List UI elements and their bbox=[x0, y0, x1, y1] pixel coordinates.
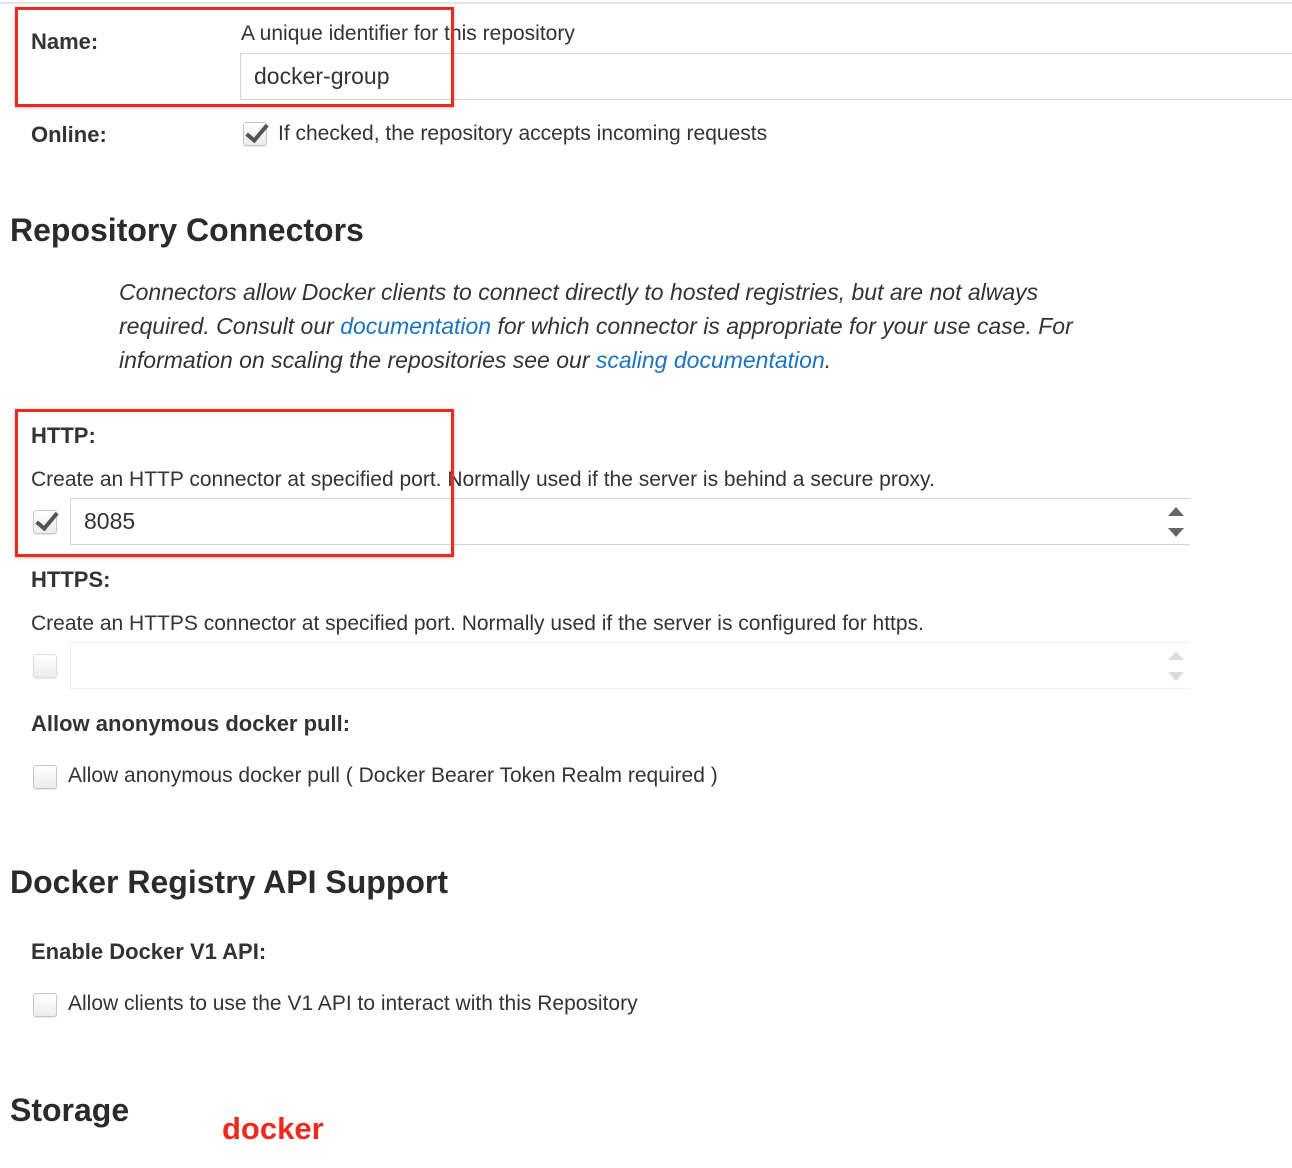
https-label: HTTPS: bbox=[31, 567, 111, 592]
annotation-text: docker bbox=[222, 1111, 324, 1146]
top-divider bbox=[0, 2, 1292, 4]
storage-heading: Storage bbox=[10, 1092, 130, 1128]
https-checkbox[interactable] bbox=[33, 654, 57, 678]
anonymous-pull-checkbox-label: Allow anonymous docker pull ( Docker Bea… bbox=[68, 764, 718, 787]
highlight-box-name bbox=[15, 7, 454, 107]
online-help: If checked, the repository accepts incom… bbox=[278, 122, 768, 145]
highlight-box-http bbox=[15, 409, 454, 557]
repository-connectors-heading: Repository Connectors bbox=[10, 212, 364, 248]
https-port-input[interactable] bbox=[70, 642, 1190, 689]
scaling-documentation-link[interactable]: scaling documentation bbox=[596, 347, 825, 373]
spin-down-icon[interactable] bbox=[1168, 672, 1184, 681]
spin-up-icon[interactable] bbox=[1168, 507, 1184, 516]
https-port-spinner[interactable] bbox=[1166, 651, 1186, 681]
anonymous-pull-checkbox[interactable] bbox=[33, 765, 57, 789]
docker-registry-api-heading: Docker Registry API Support bbox=[10, 864, 449, 900]
v1-api-label: Enable Docker V1 API: bbox=[31, 939, 267, 964]
online-label: Online: bbox=[31, 122, 107, 147]
connectors-description: Connectors allow Docker clients to conne… bbox=[119, 275, 1079, 377]
documentation-link[interactable]: documentation bbox=[340, 313, 491, 339]
v1-api-checkbox[interactable] bbox=[33, 993, 57, 1017]
desc-text-3: . bbox=[824, 347, 832, 373]
https-help: Create an HTTPS connector at specified p… bbox=[31, 612, 924, 635]
spin-up-icon[interactable] bbox=[1168, 651, 1184, 660]
anonymous-pull-label: Allow anonymous docker pull: bbox=[31, 711, 351, 736]
http-port-spinner[interactable] bbox=[1166, 507, 1186, 537]
v1-api-checkbox-label: Allow clients to use the V1 API to inter… bbox=[68, 992, 638, 1015]
online-checkbox[interactable] bbox=[243, 122, 267, 146]
spin-down-icon[interactable] bbox=[1168, 528, 1184, 537]
